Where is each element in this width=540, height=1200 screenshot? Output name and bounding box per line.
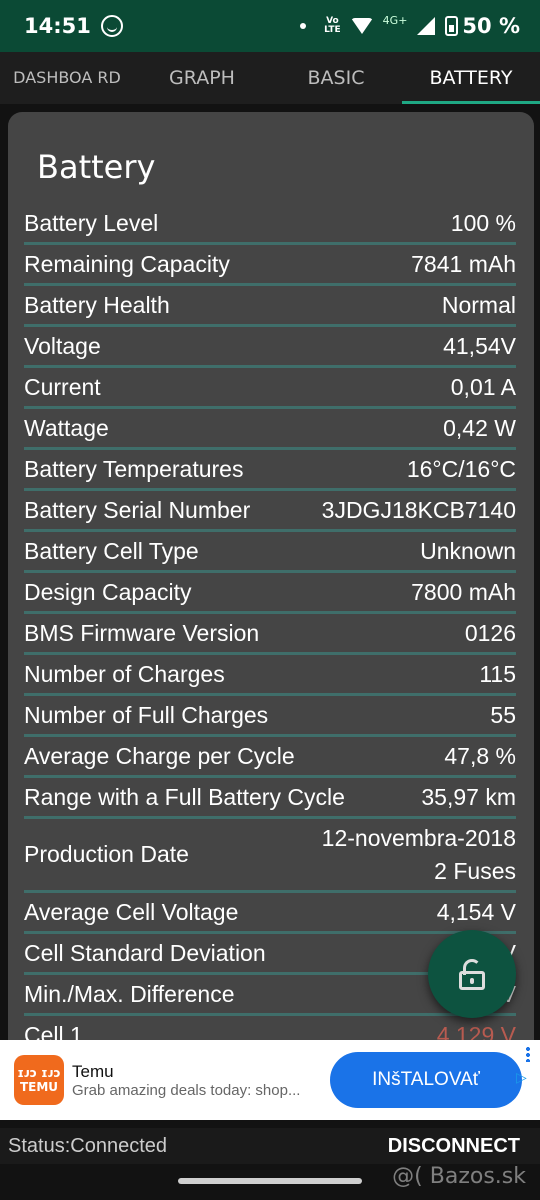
row-label: Design Capacity <box>24 578 192 605</box>
connection-bar: Status:Connected DISCONNECT <box>0 1128 540 1164</box>
disconnect-button[interactable]: DISCONNECT <box>388 1135 520 1158</box>
row-value: 100 % <box>450 209 516 236</box>
row-label: Remaining Capacity <box>24 250 230 277</box>
row-number-of-charges: Number of Charges 115 <box>24 655 516 696</box>
temu-logo: ɪᴊɔ ɪᴊɔ TEMU <box>14 1055 64 1105</box>
row-range-full-cycle: Range with a Full Battery Cycle 35,97 km <box>24 778 516 819</box>
row-bms-firmware: BMS Firmware Version 0126 <box>24 614 516 655</box>
tab-dashboard[interactable]: DASHBOA RD <box>0 52 134 104</box>
row-label: Range with a Full Battery Cycle <box>24 783 345 810</box>
row-battery-temperatures: Battery Temperatures 16°C/16°C <box>24 450 516 491</box>
row-wattage: Wattage 0,42 W <box>24 409 516 450</box>
signal-icon <box>417 17 436 35</box>
row-design-capacity: Design Capacity 7800 mAh <box>24 573 516 614</box>
notification-dot-icon <box>300 23 307 29</box>
tab-bar: DASHBOA RD GRAPH BASIC BATTERY <box>0 52 540 104</box>
row-value: 7800 mAh <box>411 578 516 605</box>
row-voltage: Voltage 41,54V <box>24 327 516 368</box>
row-label: Battery Temperatures <box>24 455 244 482</box>
row-value: 115 <box>479 660 516 687</box>
network-type: 4G+ <box>382 13 408 27</box>
status-bar: 14:51 Vo LTE 4G+ 50 % <box>0 0 540 52</box>
row-label: Battery Serial Number <box>24 496 251 523</box>
row-label: Battery Cell Type <box>24 537 199 564</box>
row-label: Number of Charges <box>24 660 225 687</box>
ad-banner[interactable]: ɪᴊɔ ɪᴊɔ TEMU Temu Grab amazing deals tod… <box>0 1040 540 1120</box>
row-label: Production Date <box>24 841 189 867</box>
battery-percent: 50 % <box>462 14 520 38</box>
battery-card: Battery Battery Level 100 % Remaining Cap… <box>8 112 534 1072</box>
row-cell-type: Battery Cell Type Unknown <box>24 532 516 573</box>
row-avg-charge-cycle: Average Charge per Cycle 47,8 % <box>24 737 516 778</box>
battery-info-list: Battery Level 100 % Remaining Capacity 784… <box>24 204 516 1046</box>
connection-status: Status:Connected <box>8 1134 167 1157</box>
row-value: 7841 mAh <box>411 250 516 277</box>
row-label: Battery Health <box>24 291 170 318</box>
row-battery-level: Battery Level 100 % <box>24 204 516 245</box>
row-label: Average Charge per Cycle <box>24 742 295 769</box>
status-icons: Vo LTE 4G+ 50 % <box>300 14 520 38</box>
row-label: Average Cell Voltage <box>24 898 239 925</box>
row-current: Current 0,01 A <box>24 368 516 409</box>
wifi-icon <box>350 18 373 34</box>
card-title: Battery <box>37 148 156 186</box>
row-value: 4,154 V <box>436 898 516 925</box>
row-value: Normal <box>441 291 516 318</box>
row-label: Wattage <box>24 414 109 441</box>
row-value: 35,97 km <box>421 783 516 810</box>
row-avg-cell-voltage: Average Cell Voltage 4,154 V <box>24 893 516 934</box>
row-full-charges: Number of Full Charges 55 <box>24 696 516 737</box>
row-value: 3JDGJ18KCB7140 <box>321 496 516 523</box>
ad-description: Grab amazing deals today: shop... <box>72 1081 301 1099</box>
face-icon <box>100 15 123 37</box>
home-gesture-bar[interactable] <box>178 1178 362 1184</box>
ad-title: Temu <box>72 1061 114 1081</box>
row-label: Current <box>24 373 101 400</box>
lock-icon <box>459 959 485 990</box>
row-label: Min./Max. Difference <box>24 980 235 1007</box>
row-value: 0,42 W <box>443 414 516 441</box>
row-value: 55 <box>490 701 516 728</box>
tab-basic[interactable]: BASIC <box>270 52 402 104</box>
row-label: Cell Standard Deviation <box>24 939 266 966</box>
ad-menu-icon[interactable] <box>526 1046 530 1062</box>
tab-graph[interactable]: GRAPH <box>134 52 270 104</box>
ad-text: Temu Grab amazing deals today: shop... <box>72 1062 320 1099</box>
row-serial-number: Battery Serial Number 3JDGJ18KCB7140 <box>24 491 516 532</box>
row-label: Number of Full Charges <box>24 701 269 728</box>
row-value: 16°C/16°C <box>406 455 516 482</box>
watermark: @( Bazos.sk <box>392 1164 526 1189</box>
row-value: Unknown <box>420 537 516 564</box>
clock: 14:51 <box>24 14 91 38</box>
row-battery-health: Battery Health Normal <box>24 286 516 327</box>
row-value: 12-novembra-2018 2 Fuses <box>321 824 516 884</box>
row-production-date: Production Date 12-novembra-2018 2 Fuses <box>24 819 516 893</box>
row-value: 0126 <box>464 619 516 646</box>
row-label: Voltage <box>24 332 101 359</box>
lock-button[interactable] <box>428 930 516 1018</box>
row-label: Battery Level <box>24 209 159 236</box>
row-value: 47,8 % <box>444 742 516 769</box>
row-remaining-capacity: Remaining Capacity 7841 mAh <box>24 245 516 286</box>
tab-battery[interactable]: BATTERY <box>402 52 540 104</box>
row-value: 41,54V <box>443 332 516 359</box>
row-value: 0,01 A <box>450 373 516 400</box>
battery-icon <box>445 16 459 36</box>
install-button[interactable]: INšTALOVAť <box>330 1052 522 1108</box>
row-label: BMS Firmware Version <box>24 619 260 646</box>
volte-icon: Vo LTE <box>324 16 341 35</box>
adchoices-icon[interactable]: ▷ <box>516 1070 532 1086</box>
